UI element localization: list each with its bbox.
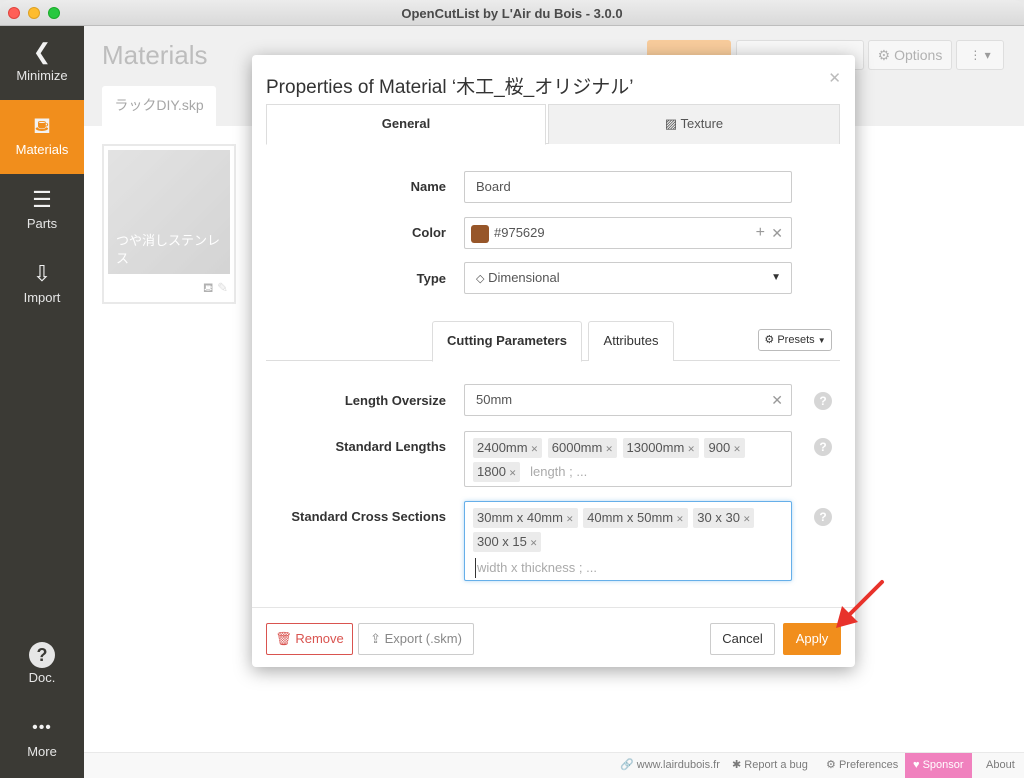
- sidebar-item-label: Materials: [15, 142, 69, 157]
- remove-tag-icon[interactable]: ✕: [687, 444, 695, 454]
- sidebar-item-doc[interactable]: ? Doc.: [0, 628, 84, 702]
- tag[interactable]: 30mm x 40mm ✕: [473, 508, 578, 528]
- remove-tag-icon[interactable]: ✕: [733, 444, 741, 454]
- cutting-subtabs: Cutting Parameters Attributes: [266, 321, 840, 362]
- caret-down-icon: ▼: [817, 336, 826, 345]
- remove-tag-icon[interactable]: ✕: [743, 514, 751, 524]
- chevron-left-icon: ❮: [32, 39, 52, 64]
- color-label: Color: [412, 225, 446, 240]
- remove-tag-icon[interactable]: ✕: [605, 444, 613, 454]
- board-icon: ◇: [476, 273, 485, 285]
- import-icon: ⇩: [32, 261, 52, 286]
- standard-lengths-label: Standard Lengths: [335, 439, 446, 454]
- tag[interactable]: 30 x 30 ✕: [693, 508, 755, 528]
- clear-icon[interactable]: ✕: [771, 385, 783, 415]
- remove-tag-icon[interactable]: ✕: [566, 514, 574, 524]
- tab-general[interactable]: General: [266, 104, 546, 145]
- annotation-arrow-icon: [836, 580, 884, 628]
- name-field[interactable]: Board: [464, 171, 792, 203]
- more-icon: •••: [32, 719, 52, 736]
- presets-icon: ⚙: [764, 334, 775, 346]
- sidebar-item-parts[interactable]: ☰ Parts: [0, 174, 84, 248]
- cancel-button[interactable]: Cancel: [710, 623, 775, 655]
- help-icon[interactable]: ?: [814, 438, 832, 456]
- sidebar-item-label: Parts: [26, 216, 58, 231]
- remove-tag-icon[interactable]: ✕: [531, 444, 539, 454]
- window-titlebar: OpenCutList by L'Air du Bois - 3.0.0: [0, 0, 1024, 26]
- dialog-footer: 🗑 Remove ⇪ Export (.skm) Cancel Apply: [252, 607, 855, 667]
- sidebar-item-minimize[interactable]: ❮ Minimize: [0, 26, 84, 100]
- sidebar-item-label: Import: [23, 290, 61, 305]
- remove-button[interactable]: 🗑 Remove: [266, 623, 353, 655]
- tag[interactable]: 1800 ✕: [473, 462, 521, 482]
- tag[interactable]: 13000mm ✕: [622, 438, 699, 458]
- chevron-down-icon: ▼: [771, 272, 781, 283]
- export-button[interactable]: ⇪ Export (.skm): [358, 623, 474, 655]
- color-swatch[interactable]: [471, 224, 489, 243]
- tab-cutting-parameters[interactable]: Cutting Parameters: [432, 321, 582, 362]
- trash-icon: 🗑: [275, 631, 292, 646]
- tab-attributes[interactable]: Attributes: [588, 321, 674, 361]
- dialog-tabs: General ▨ Texture: [266, 104, 840, 145]
- export-icon: ⇪: [370, 631, 381, 646]
- dialog-title: Properties of Material ‘木工_桜_オリジナル’: [266, 77, 634, 98]
- type-select[interactable]: ◇ Dimensional ▼: [464, 262, 792, 294]
- remove-tag-icon[interactable]: ✕: [676, 514, 684, 524]
- length-oversize-label: Length Oversize: [344, 393, 446, 408]
- list-icon: ☰: [32, 187, 52, 212]
- sidebar-item-label: Doc.: [28, 670, 56, 685]
- sidebar: ❮ Minimize ⛾ Materials ☰ Parts ⇩ Import …: [0, 26, 84, 778]
- remove-tag-icon[interactable]: ✕: [530, 538, 538, 548]
- close-icon[interactable]: ✕: [828, 69, 841, 87]
- help-icon[interactable]: ?: [814, 392, 832, 410]
- standard-cross-sections-placeholder: width x thickness ; ...: [475, 558, 597, 578]
- help-icon[interactable]: ?: [814, 508, 832, 526]
- name-label: Name: [410, 179, 446, 194]
- standard-cross-sections-label: Standard Cross Sections: [291, 509, 446, 524]
- help-icon: ?: [0, 640, 84, 668]
- tag[interactable]: 2400mm ✕: [473, 438, 543, 458]
- sidebar-item-more[interactable]: ••• More: [0, 702, 84, 776]
- length-oversize-field[interactable]: 50mm ✕: [464, 384, 792, 416]
- presets-dropdown[interactable]: ⚙ Presets ▼: [758, 329, 832, 351]
- add-icon[interactable]: +: [756, 218, 765, 248]
- material-properties-dialog: Properties of Material ‘木工_桜_オリジナル’ ✕ Ge…: [252, 55, 855, 667]
- color-field[interactable]: #975629 + ✕: [464, 217, 792, 249]
- standard-cross-sections-input[interactable]: 30mm x 40mm ✕ 40mm x 50mm ✕ 30 x 30 ✕ 300 x…: [464, 501, 792, 581]
- texture-icon: ▨: [664, 116, 678, 131]
- remove-tag-icon[interactable]: ✕: [509, 468, 517, 478]
- clear-icon[interactable]: ✕: [771, 218, 783, 248]
- tag[interactable]: 300 x 15 ✕: [473, 532, 542, 552]
- window-title: OpenCutList by L'Air du Bois - 3.0.0: [401, 6, 623, 21]
- standard-lengths-input[interactable]: 2400mm ✕ 6000mm ✕ 13000mm ✕ 900 ✕ 1800 ✕ leng…: [464, 431, 792, 487]
- type-label: Type: [416, 271, 446, 286]
- sidebar-item-label: More: [27, 744, 57, 759]
- paint-bucket-icon: ⛾: [33, 113, 51, 138]
- tag[interactable]: 40mm x 50mm ✕: [583, 508, 688, 528]
- tab-texture[interactable]: ▨ Texture: [548, 104, 840, 144]
- standard-lengths-placeholder: length ; ...: [530, 464, 588, 479]
- sidebar-item-label: Minimize: [16, 68, 68, 83]
- sidebar-item-materials[interactable]: ⛾ Materials: [0, 100, 84, 174]
- tag[interactable]: 900 ✕: [704, 438, 745, 458]
- tag[interactable]: 6000mm ✕: [547, 438, 617, 458]
- sidebar-item-import[interactable]: ⇩ Import: [0, 248, 84, 322]
